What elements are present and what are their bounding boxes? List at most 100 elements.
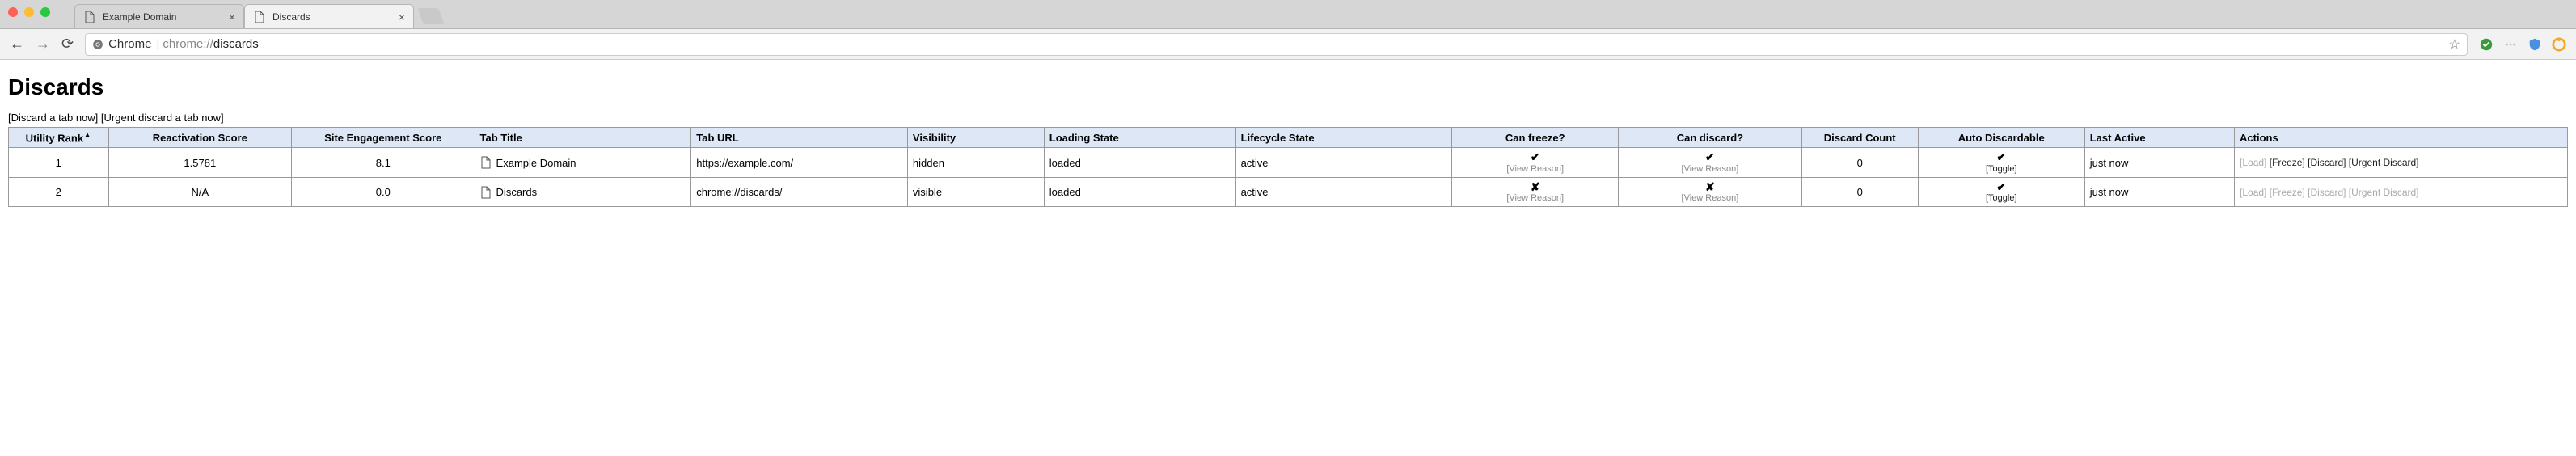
action-urgent-discard: [Urgent Discard] bbox=[2349, 187, 2419, 198]
omnibox-path: discards bbox=[213, 37, 259, 51]
cell-visibility: hidden bbox=[907, 148, 1044, 177]
back-button[interactable]: ← bbox=[10, 36, 24, 53]
toggle-link[interactable]: [Toggle] bbox=[1986, 193, 2017, 203]
extension-icon-orange[interactable] bbox=[2552, 37, 2566, 52]
action-load: [Load] bbox=[2240, 157, 2266, 168]
toggle-link[interactable]: [Toggle] bbox=[1986, 164, 2017, 174]
cell-can-freeze: ✔[View Reason] bbox=[1452, 148, 1619, 177]
cell-auto-discardable: ✔[Toggle] bbox=[1918, 177, 2084, 206]
discard-mark-icon: ✘ bbox=[1705, 181, 1715, 193]
header-auto-discardable[interactable]: Auto Discardable bbox=[1918, 128, 2084, 148]
header-reactivation-score[interactable]: Reactivation Score bbox=[108, 128, 292, 148]
header-actions[interactable]: Actions bbox=[2235, 128, 2568, 148]
view-reason-link[interactable]: [View Reason] bbox=[1506, 164, 1564, 174]
extension-icons bbox=[2479, 37, 2566, 52]
cell-engagement-score: 8.1 bbox=[292, 148, 475, 177]
table-row: 2N/A0.0Discardschrome://discards/visible… bbox=[9, 177, 2568, 206]
extension-icon-dots[interactable] bbox=[2503, 37, 2518, 52]
browser-tab[interactable]: Example Domain × bbox=[74, 4, 244, 28]
cell-actions: [Load] [Freeze] [Discard] [Urgent Discar… bbox=[2235, 148, 2568, 177]
cell-engagement-score: 0.0 bbox=[292, 177, 475, 206]
window-controls bbox=[8, 7, 50, 17]
action-discard: [Discard] bbox=[2308, 187, 2346, 198]
omnibox-separator: | bbox=[156, 37, 159, 51]
tab-title: Example Domain bbox=[103, 11, 176, 23]
cell-discard-count: 0 bbox=[1801, 148, 1918, 177]
close-window-icon[interactable] bbox=[8, 7, 18, 17]
maximize-window-icon[interactable] bbox=[40, 7, 50, 17]
header-utility-rank[interactable]: Utility Rank▲ bbox=[9, 128, 109, 148]
minimize-window-icon[interactable] bbox=[24, 7, 34, 17]
action-freeze[interactable]: [Freeze] bbox=[2270, 157, 2305, 168]
document-icon bbox=[254, 11, 265, 23]
cell-last-active: just now bbox=[2084, 148, 2234, 177]
auto-mark-icon: ✔ bbox=[1996, 151, 2006, 163]
cell-rank: 1 bbox=[9, 148, 109, 177]
address-bar[interactable]: Chrome | chrome://discards ☆ bbox=[85, 33, 2468, 56]
action-freeze: [Freeze] bbox=[2270, 187, 2305, 198]
tab-title: Discards bbox=[272, 11, 310, 23]
tab-strip: Example Domain × Discards × bbox=[0, 0, 2576, 29]
document-icon bbox=[84, 11, 95, 23]
discard-tab-now-link[interactable]: [Discard a tab now] bbox=[8, 112, 98, 124]
discards-table: Utility Rank▲ Reactivation Score Site En… bbox=[8, 127, 2568, 207]
cell-auto-discardable: ✔[Toggle] bbox=[1918, 148, 2084, 177]
cell-can-freeze: ✘[View Reason] bbox=[1452, 177, 1619, 206]
omnibox-label: Chrome bbox=[108, 37, 151, 51]
header-tab-url[interactable]: Tab URL bbox=[691, 128, 908, 148]
cell-actions: [Load] [Freeze] [Discard] [Urgent Discar… bbox=[2235, 177, 2568, 206]
cell-tab-url: chrome://discards/ bbox=[691, 177, 908, 206]
cell-loading-state: loaded bbox=[1044, 177, 1235, 206]
auto-mark-icon: ✔ bbox=[1996, 181, 2006, 193]
cell-visibility: visible bbox=[907, 177, 1044, 206]
action-urgent-discard[interactable]: [Urgent Discard] bbox=[2349, 157, 2419, 168]
view-reason-link[interactable]: [View Reason] bbox=[1682, 193, 1739, 203]
header-discard-count[interactable]: Discard Count bbox=[1801, 128, 1918, 148]
reload-button[interactable]: ⟳ bbox=[61, 36, 74, 53]
browser-toolbar: ← → ⟳ Chrome | chrome://discards ☆ bbox=[0, 29, 2576, 60]
close-tab-icon[interactable]: × bbox=[229, 11, 235, 23]
header-loading-state[interactable]: Loading State bbox=[1044, 128, 1235, 148]
cell-reactivation-score: 1.5781 bbox=[108, 148, 292, 177]
browser-tab[interactable]: Discards × bbox=[244, 4, 414, 28]
header-can-discard[interactable]: Can discard? bbox=[1619, 128, 1802, 148]
cell-lifecycle-state: active bbox=[1235, 177, 1452, 206]
bookmark-star-icon[interactable]: ☆ bbox=[2449, 36, 2460, 53]
cell-last-active: just now bbox=[2084, 177, 2234, 206]
new-tab-button[interactable] bbox=[417, 8, 444, 24]
view-reason-link[interactable]: [View Reason] bbox=[1506, 193, 1564, 203]
close-tab-icon[interactable]: × bbox=[399, 11, 405, 23]
freeze-mark-icon: ✔ bbox=[1531, 151, 1540, 163]
action-load: [Load] bbox=[2240, 187, 2266, 198]
header-last-active[interactable]: Last Active bbox=[2084, 128, 2234, 148]
header-lifecycle-state[interactable]: Lifecycle State bbox=[1235, 128, 1452, 148]
cell-tab-title: Example Domain bbox=[475, 148, 691, 177]
header-can-freeze[interactable]: Can freeze? bbox=[1452, 128, 1619, 148]
header-visibility[interactable]: Visibility bbox=[907, 128, 1044, 148]
cell-can-discard: ✘[View Reason] bbox=[1619, 177, 1802, 206]
cell-can-discard: ✔[View Reason] bbox=[1619, 148, 1802, 177]
cell-lifecycle-state: active bbox=[1235, 148, 1452, 177]
freeze-mark-icon: ✘ bbox=[1531, 181, 1540, 193]
page-content: Discards [Discard a tab now] [Urgent dis… bbox=[0, 60, 2576, 223]
action-discard[interactable]: [Discard] bbox=[2308, 157, 2346, 168]
header-site-engagement-score[interactable]: Site Engagement Score bbox=[292, 128, 475, 148]
cell-tab-title: Discards bbox=[475, 177, 691, 206]
sort-asc-icon: ▲ bbox=[83, 131, 91, 140]
cell-loading-state: loaded bbox=[1044, 148, 1235, 177]
discard-mark-icon: ✔ bbox=[1705, 151, 1715, 163]
omnibox-scheme: chrome:// bbox=[163, 37, 213, 51]
view-reason-link[interactable]: [View Reason] bbox=[1682, 164, 1739, 174]
table-row: 11.57818.1Example Domainhttps://example.… bbox=[9, 148, 2568, 177]
cell-reactivation-score: N/A bbox=[108, 177, 292, 206]
cell-tab-url: https://example.com/ bbox=[691, 148, 908, 177]
extension-icon-shield[interactable] bbox=[2527, 37, 2542, 52]
urgent-discard-tab-now-link[interactable]: [Urgent discard a tab now] bbox=[101, 112, 224, 124]
cell-rank: 2 bbox=[9, 177, 109, 206]
extension-icon-green[interactable] bbox=[2479, 37, 2494, 52]
document-icon bbox=[480, 156, 492, 169]
chrome-icon bbox=[92, 39, 103, 50]
header-tab-title[interactable]: Tab Title bbox=[475, 128, 691, 148]
document-icon bbox=[480, 186, 492, 199]
top-action-links: [Discard a tab now] [Urgent discard a ta… bbox=[8, 112, 2568, 124]
